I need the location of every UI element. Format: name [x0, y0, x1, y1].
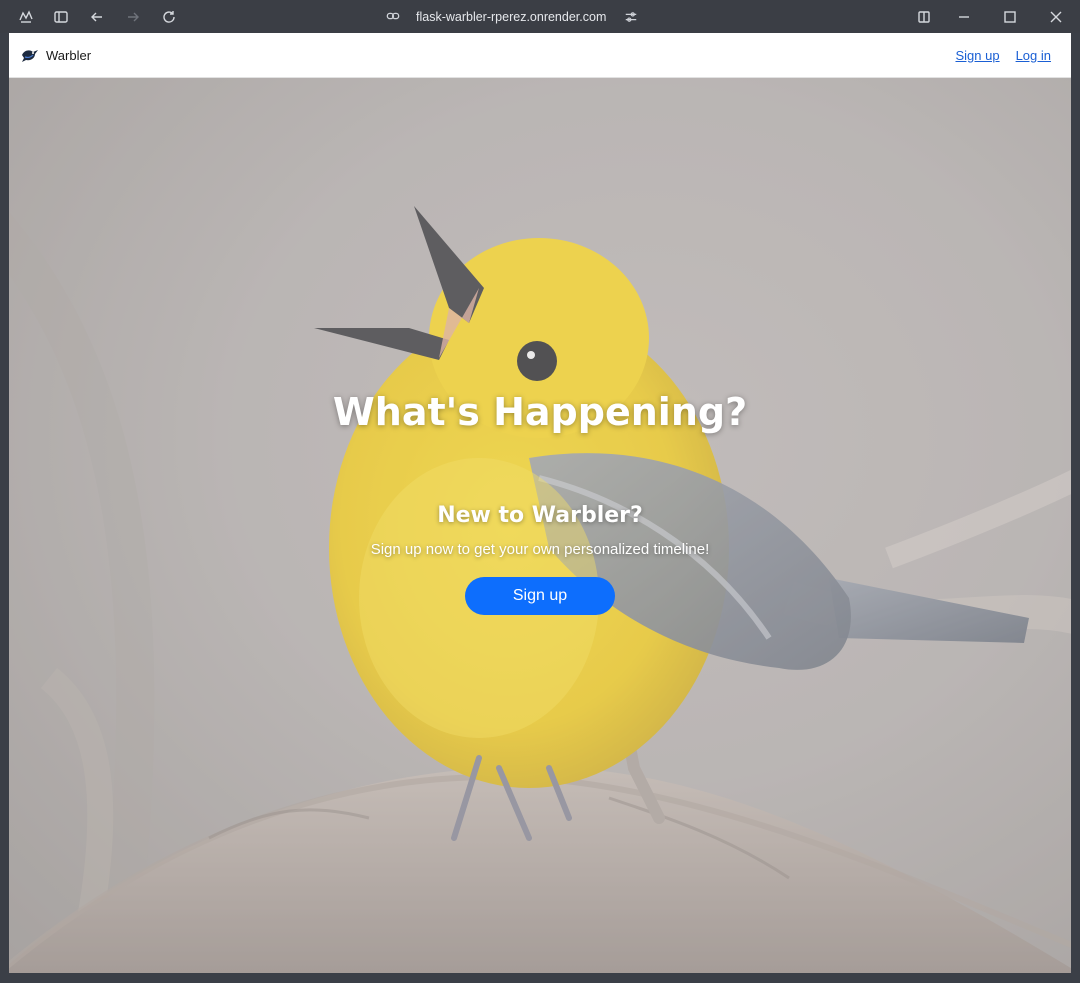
- brand-name: Warbler: [46, 47, 92, 63]
- hero-headline: What's Happening?: [332, 390, 748, 434]
- address-bar[interactable]: flask-warbler-rperez.onrender.com: [380, 6, 640, 28]
- link-icon: [386, 9, 402, 25]
- sidebar-icon[interactable]: [51, 7, 71, 27]
- browser-window: flask-warbler-rperez.onrender.com Warble…: [0, 0, 1080, 983]
- site-navbar: Warbler Sign up Log in: [9, 33, 1071, 78]
- close-icon[interactable]: [1046, 7, 1066, 27]
- login-link[interactable]: Log in: [1016, 48, 1051, 63]
- page-viewport: Warbler Sign up Log in What's Happening?…: [9, 33, 1071, 973]
- warbler-logo-icon: [22, 50, 38, 62]
- brand-link[interactable]: Warbler: [20, 46, 91, 64]
- minimize-icon[interactable]: [954, 7, 974, 27]
- hero-content: What's Happening? New to Warbler? Sign u…: [9, 78, 1071, 973]
- back-icon[interactable]: [87, 7, 107, 27]
- url-text[interactable]: flask-warbler-rperez.onrender.com: [416, 10, 606, 24]
- maximize-icon[interactable]: [1000, 7, 1020, 27]
- hero-text: Sign up now to get your own personalized…: [370, 541, 710, 558]
- signup-button[interactable]: Sign up: [465, 577, 615, 615]
- browser-toolbar: flask-warbler-rperez.onrender.com: [0, 0, 1080, 33]
- site-settings-icon[interactable]: [624, 10, 638, 24]
- hero-section: What's Happening? New to Warbler? Sign u…: [9, 78, 1071, 973]
- split-view-icon[interactable]: [914, 7, 934, 27]
- hero-subheading: New to Warbler?: [437, 503, 643, 528]
- signup-link[interactable]: Sign up: [955, 48, 999, 63]
- forward-icon[interactable]: [123, 7, 143, 27]
- copilot-icon[interactable]: [16, 7, 36, 27]
- refresh-icon[interactable]: [159, 7, 179, 27]
